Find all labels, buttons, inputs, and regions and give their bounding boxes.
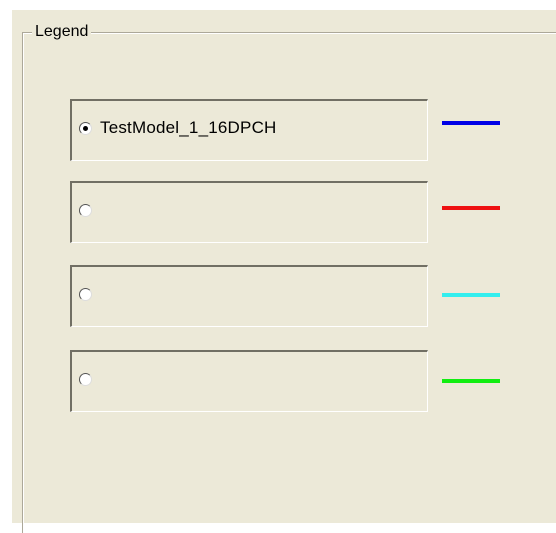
legend-entry-4[interactable]: [70, 350, 428, 412]
legend-title: Legend: [32, 22, 92, 42]
legend-entry-2-color-swatch: [442, 206, 500, 210]
legend-entry-1-label: TestModel_1_16DPCH: [100, 118, 277, 137]
legend-entry-1-radio[interactable]: [79, 122, 92, 135]
legend-entry-1-color-swatch: [442, 121, 500, 125]
legend-entry-1[interactable]: TestModel_1_16DPCH: [70, 99, 428, 161]
legend-entry-3-color-swatch: [442, 293, 500, 297]
legend-entry-2-radio[interactable]: [79, 204, 92, 217]
legend-entry-3-radio[interactable]: [79, 288, 92, 301]
legend-entry-3[interactable]: [70, 265, 428, 327]
legend-entry-4-radio[interactable]: [79, 373, 92, 386]
legend-entry-2[interactable]: [70, 181, 428, 243]
legend-entry-4-color-swatch: [442, 379, 500, 383]
